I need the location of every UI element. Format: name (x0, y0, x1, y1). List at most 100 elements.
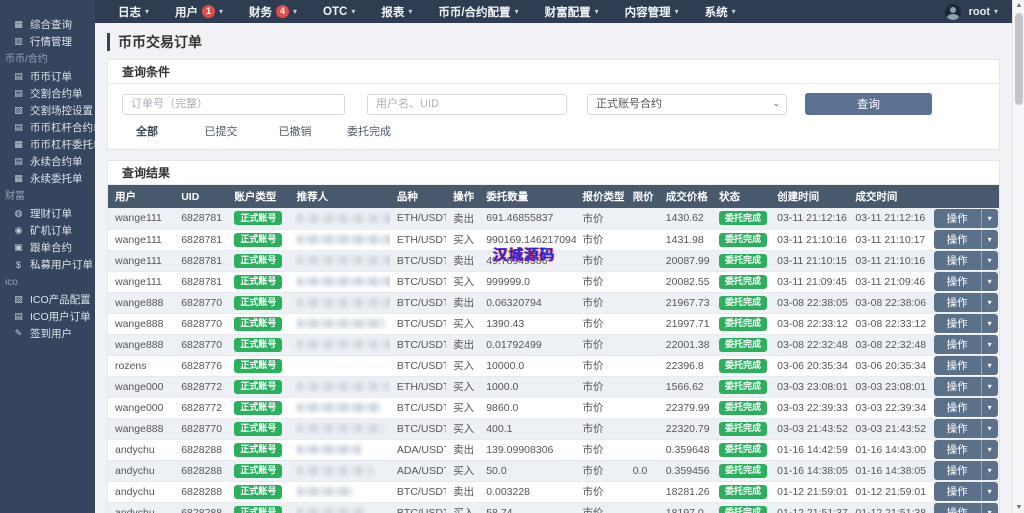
action-button[interactable]: 操作 (933, 398, 982, 417)
action-dropdown-button[interactable]: ▾ (981, 503, 998, 513)
sidebar-item-币币杠杆委托单[interactable]: ▦ 币币杠杆委托单 (0, 136, 95, 153)
cell-price-type: 市价 (575, 460, 626, 482)
sidebar-item-理财订单[interactable]: ◍ 理财订单 (0, 205, 95, 222)
sidebar-item-币币杠杆合约单[interactable]: ▤ 币币杠杆合约单 (0, 119, 95, 136)
nav-item-用户[interactable]: 用户 1 ▾ (162, 0, 236, 23)
action-button[interactable]: 操作 (933, 272, 982, 291)
action-dropdown-button[interactable]: ▾ (981, 398, 998, 417)
action-dropdown-button[interactable]: ▾ (981, 461, 998, 480)
sidebar-item-签到用户[interactable]: ✎ 签到用户 (0, 325, 95, 342)
scrollbar-thumb[interactable] (1015, 13, 1023, 105)
sidebar-item-label: 永续委托单 (30, 173, 83, 185)
column-header-报价类型: 报价类型 (575, 185, 626, 208)
cell-account-type: 正式账号 (227, 208, 290, 230)
cell-deal-price: 21967.73 (658, 292, 712, 314)
cell-referrer (289, 418, 390, 440)
navbar-user-area[interactable]: root ▾ (944, 3, 1012, 20)
nav-item-内容管理[interactable]: 内容管理 ▾ (612, 0, 692, 23)
cell-referrer (289, 439, 390, 461)
sidebar-item-交割场控设置[interactable]: ▧ 交割场控设置 (0, 102, 95, 119)
tab-已撤销[interactable]: 已撤销 (258, 123, 332, 141)
table-row: andychu 6828288 正式账号 ADA/USDT 卖出 139.09908306… (108, 439, 999, 461)
nav-item-OTC[interactable]: OTC ▾ (310, 0, 368, 23)
column-header-用户: 用户 (108, 185, 175, 208)
nav-item-财富配置[interactable]: 财富配置 ▾ (532, 0, 612, 23)
action-dropdown-button[interactable]: ▾ (981, 335, 998, 354)
sidebar-item-私募用户订单[interactable]: $ 私募用户订单 (0, 256, 95, 273)
vertical-scrollbar[interactable]: ▲ ▼ (1012, 0, 1024, 513)
action-button[interactable]: 操作 (933, 314, 982, 333)
cell-user: andychu (108, 481, 175, 503)
action-dropdown-button[interactable]: ▾ (981, 230, 998, 249)
action-button[interactable]: 操作 (933, 208, 982, 228)
cell-symbol: BTC/USDT (389, 250, 447, 272)
action-button[interactable]: 操作 (933, 461, 982, 480)
tab-委托完成[interactable]: 委托完成 (332, 123, 406, 141)
action-dropdown-button[interactable]: ▾ (981, 419, 998, 438)
sidebar-item-跟单合约[interactable]: ▣ 跟单合约 (0, 239, 95, 256)
action-dropdown-button[interactable]: ▾ (981, 356, 998, 375)
tab-已提交[interactable]: 已提交 (184, 123, 258, 141)
nav-item-财务[interactable]: 财务 4 ▾ (236, 0, 310, 23)
action-dropdown-button[interactable]: ▾ (981, 293, 998, 312)
user-uid-input[interactable] (367, 93, 567, 115)
sidebar-item-行情管理[interactable]: ▥ 行情管理 (0, 33, 95, 50)
sidebar-item-永续委托单[interactable]: ▦ 永续委托单 (0, 170, 95, 187)
action-dropdown-button[interactable]: ▾ (981, 440, 998, 459)
cell-status: 委托完成 (711, 292, 771, 314)
chevron-down-icon: ▾ (351, 7, 356, 16)
action-button[interactable]: 操作 (933, 293, 982, 312)
action-dropdown-button[interactable]: ▾ (981, 251, 998, 270)
sidebar-item-ICO产品配置[interactable]: ▧ ICO产品配置 (0, 291, 95, 308)
sidebar-item-币币订单[interactable]: ▤ 币币订单 (0, 68, 95, 85)
action-dropdown-button[interactable]: ▾ (981, 314, 998, 333)
user-avatar-icon[interactable] (944, 3, 961, 20)
search-button[interactable]: 查询 (805, 93, 932, 115)
cell-limit-price (625, 271, 659, 293)
nav-item-日志[interactable]: 日志 ▾ (105, 0, 162, 23)
action-button[interactable]: 操作 (933, 440, 982, 459)
nav-item-系统[interactable]: 系统 ▾ (692, 0, 749, 23)
cell-actions: 操作 ▾ (926, 397, 999, 419)
action-button[interactable]: 操作 (933, 251, 982, 270)
sidebar-item-ICO用户订单[interactable]: ▤ ICO用户订单 (0, 308, 95, 325)
tab-全部[interactable]: 全部 (110, 123, 184, 141)
scrollbar-up-icon[interactable]: ▲ (1013, 0, 1024, 11)
cell-limit-price (625, 397, 659, 419)
action-button[interactable]: 操作 (933, 335, 982, 354)
account-type-select[interactable]: 正式账号合约 (587, 93, 787, 115)
cell-side: 买入 (446, 397, 480, 419)
nav-item-币币/合约配置[interactable]: 币币/合约配置 ▾ (425, 0, 531, 23)
cell-user: wange111 (108, 229, 175, 251)
cell-limit-price (625, 418, 659, 440)
status-badge: 委托完成 (718, 442, 767, 457)
action-dropdown-button[interactable]: ▾ (981, 377, 998, 396)
action-dropdown-button[interactable]: ▾ (981, 208, 998, 228)
action-button[interactable]: 操作 (933, 356, 982, 375)
cell-price-type: 市价 (575, 271, 626, 293)
nav-item-报表[interactable]: 报表 ▾ (368, 0, 425, 23)
table-row: wange888 6828770 正式账号 BTC/USDT 买入 1390.43 市价 21… (108, 313, 999, 335)
nav-item-label: 日志 (118, 6, 141, 19)
sidebar-item-综合查询[interactable]: ▦ 综合查询 (0, 16, 95, 33)
action-button[interactable]: 操作 (933, 482, 982, 501)
cell-done-time: 03-03 21:43:52 (848, 418, 927, 440)
cell-uid: 6828770 (174, 313, 228, 335)
sidebar-item-矿机订单[interactable]: ◉ 矿机订单 (0, 222, 95, 239)
cell-user: andychu (108, 460, 175, 482)
cell-referrer (289, 376, 390, 398)
action-button[interactable]: 操作 (933, 230, 982, 249)
action-button[interactable]: 操作 (933, 503, 982, 513)
cell-created-time: 01-16 14:38:05 (770, 460, 849, 482)
sidebar-item-永续合约单[interactable]: ▤ 永续合约单 (0, 153, 95, 170)
sidebar-item-交割合约单[interactable]: ▤ 交割合约单 (0, 85, 95, 102)
scrollbar-down-icon[interactable]: ▼ (1013, 502, 1024, 513)
chevron-down-icon: ▾ (293, 7, 298, 16)
search-controls: 正式账号合约 ⌄ 查询 (108, 84, 999, 121)
action-button[interactable]: 操作 (933, 377, 982, 396)
action-dropdown-button[interactable]: ▾ (981, 272, 998, 291)
action-button[interactable]: 操作 (933, 419, 982, 438)
order-number-input[interactable] (122, 93, 345, 115)
user-menu[interactable]: root ▾ (969, 6, 998, 18)
action-dropdown-button[interactable]: ▾ (981, 482, 998, 501)
